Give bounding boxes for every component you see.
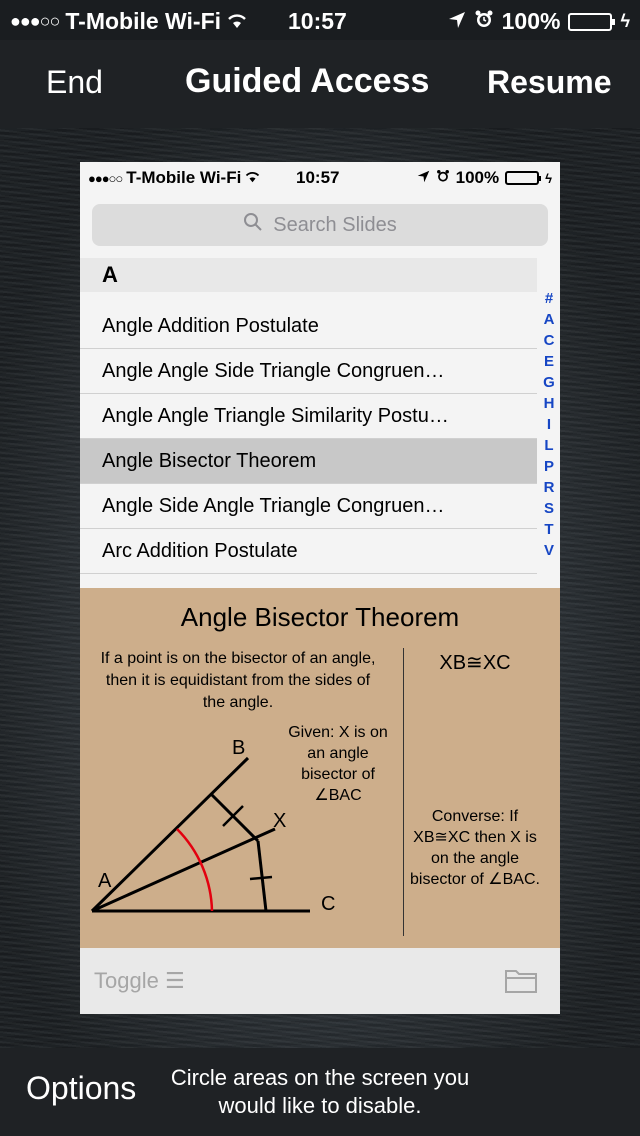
ray-ab bbox=[90, 756, 250, 913]
inner-status-left: ●●●○○ T-Mobile Wi-Fi bbox=[88, 168, 260, 188]
search-icon bbox=[243, 212, 263, 238]
slide-panel: B X A C Angle Bisector Theorem If a poin… bbox=[80, 588, 560, 948]
tick-mark-xc bbox=[249, 875, 273, 881]
index-letter[interactable]: A bbox=[544, 309, 555, 330]
label-c: C bbox=[321, 893, 335, 915]
list-item[interactable]: Arc Addition Postulate bbox=[80, 529, 537, 574]
status-time: 10:57 bbox=[288, 8, 347, 34]
alarm-icon bbox=[474, 8, 494, 35]
slide-title: Angle Bisector Theorem bbox=[180, 602, 460, 632]
folder-icon[interactable] bbox=[504, 966, 538, 1000]
label-a: A bbox=[98, 870, 112, 892]
wifi-icon bbox=[227, 8, 247, 35]
list-item[interactable]: Angle Addition Postulate bbox=[80, 304, 537, 349]
index-letter[interactable]: H bbox=[544, 393, 555, 414]
inner-location-icon bbox=[417, 168, 430, 188]
index-letter[interactable]: C bbox=[544, 330, 555, 351]
list-item-selected[interactable]: Angle Bisector Theorem bbox=[80, 439, 537, 484]
inner-time: 10:57 bbox=[296, 168, 340, 187]
index-letter[interactable]: G bbox=[543, 372, 555, 393]
guided-access-hint: Circle areas on the screen you would lik… bbox=[170, 1065, 470, 1118]
search-placeholder: Search Slides bbox=[273, 213, 397, 236]
slide-conclusion: XB≅XC bbox=[439, 652, 511, 674]
inner-carrier: T-Mobile Wi-Fi bbox=[126, 168, 242, 187]
inner-wifi-icon bbox=[245, 168, 260, 188]
index-letter[interactable]: L bbox=[544, 435, 553, 456]
options-button[interactable]: Options bbox=[26, 1070, 136, 1107]
label-x: X bbox=[273, 810, 286, 832]
slide-definition: If a point is on the bisector of an angl… bbox=[100, 650, 376, 711]
index-letter[interactable]: P bbox=[544, 456, 554, 477]
bottom-toolbar: Toggle ☰ bbox=[80, 948, 560, 1014]
list-item[interactable]: Angle Angle Side Triangle Congruen… bbox=[80, 349, 537, 394]
inner-status-bar: ●●●○○ T-Mobile Wi-Fi 10:57 100% ϟ bbox=[80, 162, 560, 192]
list-item[interactable]: Angle Angle Triangle Similarity Postu… bbox=[80, 394, 537, 439]
status-bar: ●●●○○ T-Mobile Wi-Fi 10:57 100% ϟ bbox=[0, 0, 640, 40]
slide-given: Given: X is on an angle bisector of ∠BAC bbox=[288, 724, 388, 804]
end-button[interactable]: End bbox=[46, 64, 103, 101]
index-letter[interactable]: S bbox=[544, 498, 554, 519]
location-icon bbox=[448, 8, 466, 35]
list-item[interactable]: Angle Side Angle Triangle Congruen… bbox=[80, 484, 537, 529]
perpendicular-xc bbox=[256, 840, 268, 912]
slide-divider bbox=[403, 648, 404, 936]
index-letter[interactable]: E bbox=[544, 351, 554, 372]
perpendicular-xb bbox=[209, 792, 260, 843]
toggle-button[interactable]: Toggle ☰ bbox=[94, 968, 185, 994]
battery-icon bbox=[568, 12, 616, 31]
index-letter[interactable]: T bbox=[544, 519, 553, 540]
inner-signal-icon: ●●●○○ bbox=[88, 170, 123, 186]
signal-icon: ●●●○○ bbox=[10, 11, 60, 31]
resume-button[interactable]: Resume bbox=[487, 64, 612, 101]
charging-icon: ϟ bbox=[620, 11, 630, 31]
index-letter[interactable]: V bbox=[544, 540, 554, 561]
index-letter[interactable]: # bbox=[545, 288, 553, 309]
carrier-label: T-Mobile Wi-Fi bbox=[65, 8, 222, 34]
index-letter[interactable]: I bbox=[547, 414, 551, 435]
section-header-a: A bbox=[80, 258, 537, 292]
section-index[interactable]: # A C E G H I L P R S T V bbox=[540, 288, 558, 561]
bisector-ray bbox=[91, 827, 276, 913]
inner-battery-percent: 100% bbox=[455, 168, 500, 187]
index-letter[interactable]: R bbox=[544, 477, 555, 498]
app-preview[interactable]: ●●●○○ T-Mobile Wi-Fi 10:57 100% ϟ Search… bbox=[80, 162, 560, 1014]
inner-battery-icon bbox=[505, 171, 542, 185]
status-left: ●●●○○ T-Mobile Wi-Fi bbox=[10, 8, 247, 35]
inner-charging-icon: ϟ bbox=[545, 170, 552, 186]
search-bar[interactable]: Search Slides bbox=[92, 204, 548, 246]
battery-percent: 100% bbox=[501, 8, 561, 34]
guided-access-title: Guided Access bbox=[185, 62, 430, 100]
status-right: 100% ϟ bbox=[448, 8, 630, 35]
inner-status-right: 100% ϟ bbox=[417, 168, 552, 188]
label-b: B bbox=[232, 737, 245, 759]
slide-list: Angle Addition Postulate Angle Angle Sid… bbox=[80, 304, 537, 574]
slide-converse: Converse: If XB≅XC then X is on the angl… bbox=[410, 808, 540, 888]
inner-alarm-icon bbox=[436, 168, 450, 188]
